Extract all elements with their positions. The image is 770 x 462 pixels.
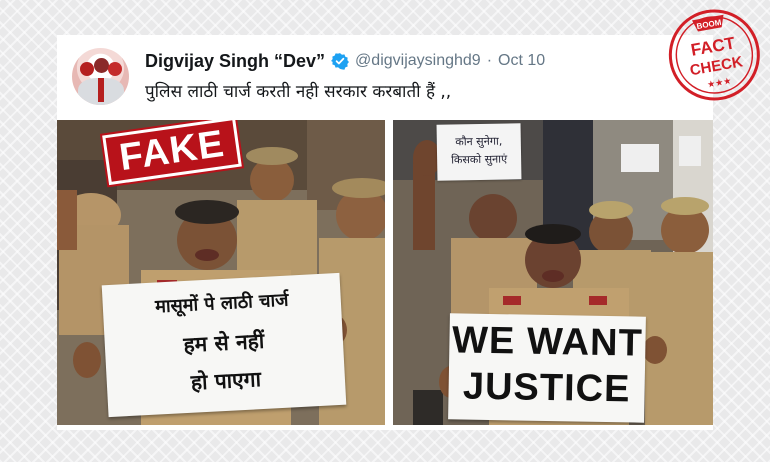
placard-line: मासूमों पे लाठी चार्ज (154, 289, 290, 318)
right-protest-photo[interactable]: कौन सुनेगा, किसको सुनाएं WE WANT JUSTICE (393, 120, 713, 425)
verified-badge-icon (331, 53, 349, 70)
small-sign-line: कौन सुनेगा, (455, 134, 503, 149)
left-placard: मासूमों पे लाठी चार्ज हम से नहीं हो पाएग… (101, 272, 347, 418)
left-protest-photo[interactable]: FAKE मासूमों पे लाठी चार्ज हम से नहीं हो… (57, 120, 385, 425)
tweet-date[interactable]: Oct 10 (498, 52, 545, 70)
tweet-text: पुलिस लाठी चार्ज करती नही सरकार करबाती ह… (145, 82, 452, 102)
tweet-card: Digvijay Singh “Dev” @digvijaysinghd9 · … (57, 35, 713, 430)
placard-line: हम से नहीं (182, 328, 265, 358)
placard-line: JUSTICE (462, 365, 631, 411)
avatar-figure (94, 58, 109, 73)
small-sign-line: किसको सुनाएं (451, 152, 508, 167)
avatar-tie (98, 78, 104, 102)
tweet-header: Digvijay Singh “Dev” @digvijaysinghd9 · … (57, 35, 713, 123)
author-handle[interactable]: @digvijaysinghd9 (355, 52, 481, 70)
badge-stars: ★★★ (707, 77, 733, 91)
avatar-figure (80, 62, 94, 76)
fact-check-badge: BOOM FACT CHECK ★★★ (668, 9, 760, 101)
avatar[interactable] (72, 48, 129, 105)
author-line: Digvijay Singh “Dev” @digvijaysinghd9 · … (145, 50, 545, 72)
avatar-figure (108, 62, 122, 76)
small-sign: कौन सुनेगा, किसको सुनाएं (436, 123, 522, 181)
placard-line: WE WANT (451, 319, 644, 365)
right-placard: WE WANT JUSTICE (448, 313, 646, 423)
author-name[interactable]: Digvijay Singh “Dev” (145, 51, 325, 72)
placard-line: हो पाएगा (190, 367, 262, 395)
separator-dot: · (486, 52, 493, 69)
